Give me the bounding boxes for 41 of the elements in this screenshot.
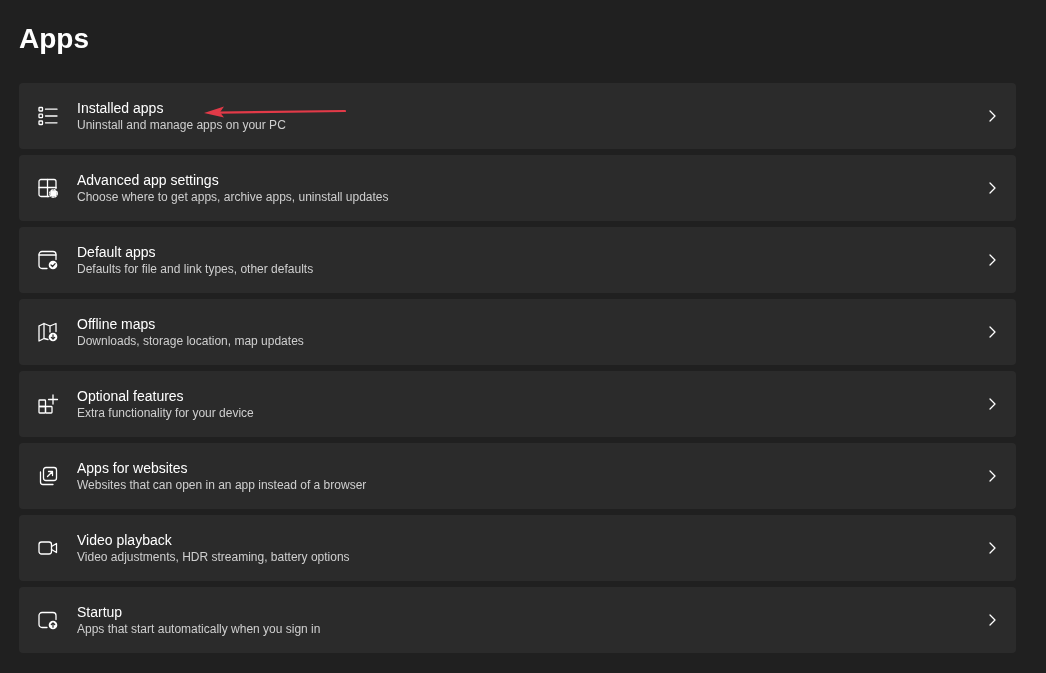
item-title: Default apps [77, 243, 156, 261]
settings-card[interactable]: Installed apps Uninstall and manage apps on your PC [19, 83, 1016, 149]
item-description: Uninstall and manage apps on your PC [77, 117, 286, 133]
grid-plus-icon [38, 394, 58, 414]
settings-card[interactable]: Default apps Defaults for file and link types, other defaults [19, 227, 1016, 293]
settings-card[interactable]: Advanced app settings Choose where to get apps, archive apps, uninstall updates [19, 155, 1016, 221]
item-description: Extra functionality for your device [77, 405, 254, 421]
item-title: Advanced app settings [77, 171, 219, 189]
chevron-right-icon [989, 614, 996, 626]
chevron-right-icon [989, 254, 996, 266]
item-title: Installed apps [77, 99, 164, 117]
item-description: Apps that start automatically when you sign in [77, 621, 321, 637]
item-description: Downloads, storage location, map updates [77, 333, 304, 349]
chevron-right-icon [989, 182, 996, 194]
chevron-right-icon [989, 110, 996, 122]
item-description: Defaults for file and link types, other defaults [77, 261, 314, 277]
item-title: Optional features [77, 387, 184, 405]
item-description: Video adjustments, HDR streaming, battery options [77, 549, 350, 565]
chevron-right-icon [989, 326, 996, 338]
item-title: Video playback [77, 531, 172, 549]
item-title: Startup [77, 603, 123, 621]
video-camera-icon [38, 538, 58, 558]
item-description: Choose where to get apps, archive apps, uninstall updates [77, 189, 389, 205]
item-title: Apps for websites [77, 459, 188, 477]
window-check-icon [38, 250, 58, 270]
window-arrow-icon [38, 466, 58, 486]
window-upload-icon [38, 610, 58, 630]
settings-card[interactable]: Apps for websites Websites that can open in an app instead of a browser [19, 443, 1016, 509]
chevron-right-icon [989, 398, 996, 410]
chevron-right-icon [989, 470, 996, 482]
map-download-icon [38, 322, 58, 342]
chevron-right-icon [989, 542, 996, 554]
window-gear-icon [38, 178, 58, 198]
settings-card[interactable]: Startup Apps that start automatically when you sign in [19, 587, 1016, 653]
list-icon [38, 106, 58, 126]
item-description: Websites that can open in an app instead of a browser [77, 477, 367, 493]
settings-card[interactable]: Offline maps Downloads, storage location, map updates [19, 299, 1016, 365]
item-title: Offline maps [77, 315, 156, 333]
page-title: Apps [19, 22, 90, 56]
settings-card[interactable]: Optional features Extra functionality for your device [19, 371, 1016, 437]
settings-card[interactable]: Video playback Video adjustments, HDR streaming, battery options [19, 515, 1016, 581]
